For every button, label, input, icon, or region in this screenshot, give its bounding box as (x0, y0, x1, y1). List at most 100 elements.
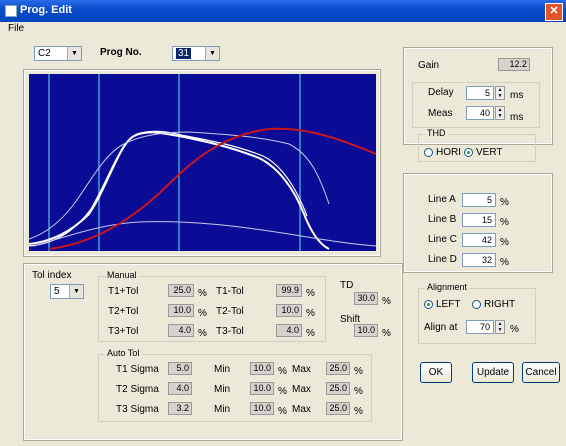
curve-low (33, 221, 377, 247)
align-at-unit: % (510, 324, 519, 335)
t3-min-label: Min (214, 404, 231, 415)
channel-select[interactable]: C2 ▼ (34, 46, 82, 61)
t1-min-unit: % (278, 366, 287, 377)
chevron-down-icon[interactable]: ▼ (67, 47, 81, 60)
t3-min-unit: % (278, 406, 287, 417)
align-at-label: Align at (424, 322, 458, 333)
meas-unit: ms (510, 112, 524, 123)
menu-bar: File (0, 22, 566, 36)
line-d-input[interactable]: 32 (462, 253, 496, 267)
meas-spinner[interactable]: ▲ ▼ (495, 106, 505, 120)
prog-edit-window: Prog. Edit ✕ File C2 ▼ Prog No. 31 ▼ Gai… (0, 0, 566, 446)
line-d-label: Line D (428, 254, 457, 265)
delay-input[interactable]: 5 (466, 86, 494, 100)
menu-file[interactable]: File (8, 23, 24, 34)
t3-plus-unit: % (198, 328, 207, 339)
line-d-unit: % (500, 257, 509, 268)
t2-sigma-label: T2 Sigma (116, 384, 159, 395)
prog-no-label: Prog No. (100, 47, 142, 58)
align-left-label: LEFT (436, 299, 461, 310)
t1-minus-value: 99.9 (276, 284, 302, 297)
t1-sigma-label: T1 Sigma (116, 364, 159, 375)
window-title: Prog. Edit (20, 4, 72, 16)
curve-red (48, 127, 377, 250)
t3-max-label: Max (292, 404, 311, 415)
tol-index-select[interactable]: 5 ▼ (50, 284, 84, 299)
chevron-down-icon[interactable]: ▼ (69, 285, 83, 298)
t2-max-value: 25.0 (326, 382, 350, 395)
t3-sigma-label: T3 Sigma (116, 404, 159, 415)
delay-spinner[interactable]: ▲ ▼ (495, 86, 505, 100)
align-right-radio[interactable] (472, 300, 481, 309)
delay-label: Delay (428, 87, 454, 98)
t2-max-unit: % (354, 386, 363, 397)
t2-plus-unit: % (198, 308, 207, 319)
thd-hori-label: HORI (436, 147, 461, 158)
t3-max-unit: % (354, 406, 363, 417)
tol-index-label: Tol index (32, 270, 72, 281)
t1-min-label: Min (214, 364, 231, 375)
t3-plus-value: 4.0 (168, 324, 194, 337)
t1-max-label: Max (292, 364, 311, 375)
waveform-svg (28, 74, 377, 251)
close-button[interactable]: ✕ (545, 3, 563, 21)
align-left-radio[interactable] (424, 300, 433, 309)
shift-value: 10.0 (354, 324, 378, 337)
gain-value: 12.2 (498, 58, 530, 71)
t1-minus-unit: % (306, 288, 315, 299)
prog-no-value: 31 (176, 48, 192, 59)
t1-plus-label: T1+Tol (108, 286, 139, 297)
t3-minus-label: T3-Tol (216, 326, 244, 337)
meas-input[interactable]: 40 (466, 106, 494, 120)
t1-minus-label: T1-Tol (216, 286, 244, 297)
line-c-unit: % (500, 237, 509, 248)
cancel-button[interactable]: Cancel (522, 362, 560, 383)
t1-sigma-value: 5.0 (168, 362, 192, 375)
alignment-title: Alignment (425, 282, 470, 292)
line-a-unit: % (500, 197, 509, 208)
app-icon (5, 5, 17, 17)
t2-min-value: 10.0 (250, 382, 274, 395)
line-a-label: Line A (428, 194, 456, 205)
align-at-input[interactable]: 70 (466, 320, 494, 334)
line-b-unit: % (500, 217, 509, 228)
t1-max-unit: % (354, 366, 363, 377)
chevron-down-icon[interactable]: ▼ (205, 47, 219, 60)
thd-vert-label: VERT (476, 147, 503, 158)
t2-plus-label: T2+Tol (108, 306, 139, 317)
line-a-input[interactable]: 5 (462, 193, 496, 207)
prog-no-select[interactable]: 31 ▼ (172, 46, 220, 61)
title-bar[interactable]: Prog. Edit ✕ (0, 0, 566, 22)
t1-max-value: 25.0 (326, 362, 350, 375)
line-b-input[interactable]: 15 (462, 213, 496, 227)
delay-unit: ms (510, 90, 524, 101)
update-button[interactable]: Update (472, 362, 514, 383)
waveform-plot (28, 74, 377, 251)
alignment-group: Alignment (418, 282, 536, 344)
t3-min-value: 10.0 (250, 402, 274, 415)
t3-max-value: 25.0 (326, 402, 350, 415)
td-value: 30.0 (354, 292, 378, 305)
t2-minus-label: T2-Tol (216, 306, 244, 317)
thd-vert-radio[interactable] (464, 148, 473, 157)
t3-minus-unit: % (306, 328, 315, 339)
align-right-label: RIGHT (484, 299, 516, 310)
t3-sigma-value: 3.2 (168, 402, 192, 415)
marker-lines (48, 74, 301, 251)
thd-hori-radio[interactable] (424, 148, 433, 157)
td-label: TD (340, 280, 354, 291)
t2-plus-value: 10.0 (168, 304, 194, 317)
gain-label: Gain (418, 60, 440, 71)
t2-min-label: Min (214, 384, 231, 395)
line-c-input[interactable]: 42 (462, 233, 496, 247)
tol-index-value: 5 (54, 286, 60, 297)
t2-sigma-value: 4.0 (168, 382, 192, 395)
align-at-spinner[interactable]: ▲ ▼ (495, 320, 505, 334)
t2-max-label: Max (292, 384, 311, 395)
ok-button[interactable]: OK (420, 362, 452, 383)
meas-label: Meas (428, 108, 453, 119)
t2-minus-value: 10.0 (276, 304, 302, 317)
channel-value: C2 (38, 48, 51, 59)
shift-unit: % (382, 328, 391, 339)
t2-minus-unit: % (306, 308, 315, 319)
